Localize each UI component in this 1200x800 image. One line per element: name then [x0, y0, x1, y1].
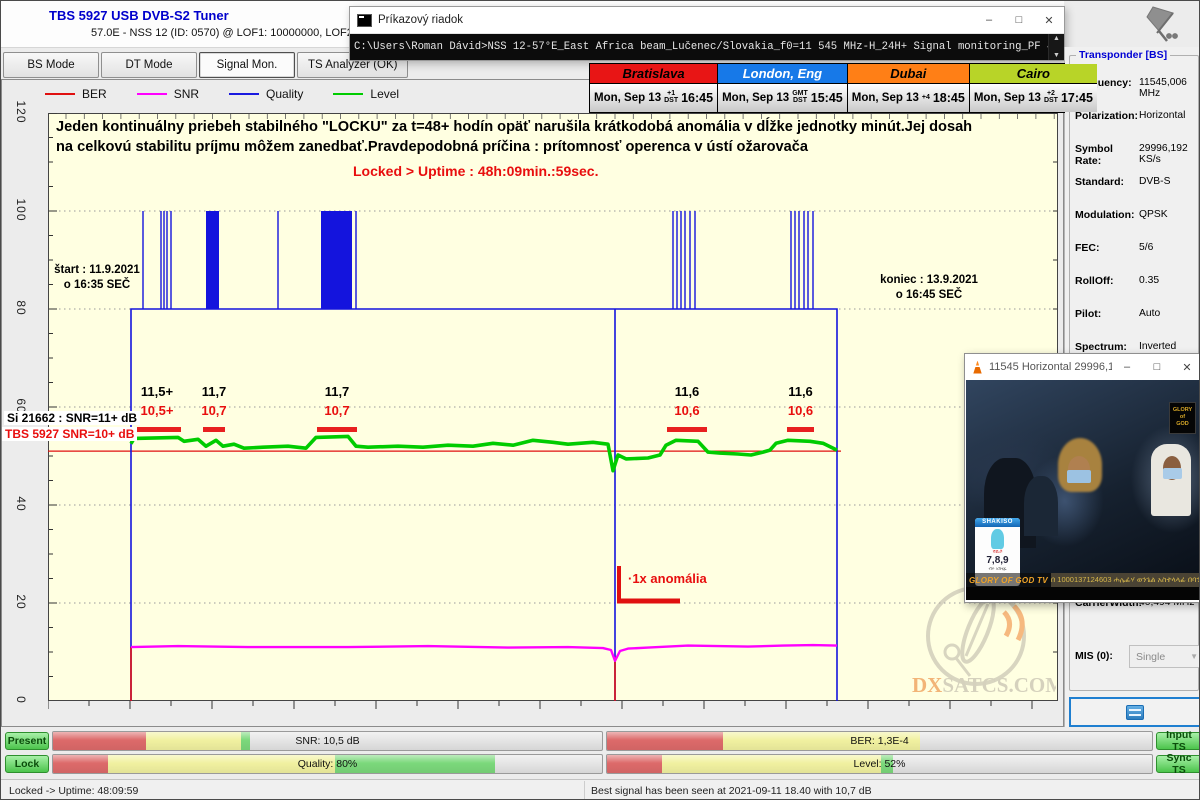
chevron-down-icon: ▼: [1190, 652, 1198, 661]
watermark-rest: SATCS.COM: [942, 673, 1056, 697]
status-row-1: Present SNR: 10,5 dB BER: 1,3E-4 Input T…: [1, 731, 1200, 751]
face-mask: [1163, 468, 1182, 479]
vlc-cone-icon: [972, 361, 983, 374]
ber-line-swatch: [45, 93, 75, 95]
satellite-dish-icon[interactable]: [1133, 3, 1189, 45]
watermark-dx: DX: [912, 673, 942, 697]
vlc-player-window: 11545 Horizontal 29996,192 / ... – □ ✕ G…: [964, 353, 1200, 603]
vlc-maximize-icon[interactable]: □: [1142, 355, 1172, 379]
snr-ref-tbs5927: TBS 5927 SNR=10+ dB: [2, 427, 137, 441]
y-tick-label: 120: [14, 97, 28, 127]
chart-legend: BER SNR Quality Level: [45, 86, 399, 102]
uptime-status: Locked -> Uptime: 48:09:59: [9, 785, 138, 797]
cmd-close-icon[interactable]: ✕: [1034, 8, 1064, 32]
clock-bratislava: Bratislava Mon, Sep 13 +1DST 16:45: [590, 64, 718, 112]
peak-underline: [203, 427, 225, 432]
cmd-minimize-icon[interactable]: –: [974, 8, 1004, 32]
cmd-console[interactable]: C:\Users\Roman Dávid>NSS 12-57°E_East Af…: [350, 34, 1064, 60]
tab-dt-mode[interactable]: DT Mode: [101, 52, 197, 78]
svg-text:DXSATCS.COM: DXSATCS.COM: [912, 673, 1056, 697]
locked-uptime-label: Locked > Uptime : 48h:09min.:59sec.: [353, 163, 598, 179]
clock-dubai: Dubai Mon, Sep 13 +4 18:45: [848, 64, 970, 112]
list-icon: [1126, 705, 1144, 720]
snr-line-swatch: [137, 93, 167, 95]
vlc-video-area[interactable]: GLORYofGOD SHAKISO ሻኪሶ 7,8,9 ብሩ አሸናፊ GLO…: [966, 380, 1200, 600]
tab-bs-mode[interactable]: BS Mode: [3, 52, 99, 78]
vlc-minimize-icon[interactable]: –: [1112, 355, 1142, 379]
legend-snr: SNR: [137, 87, 199, 101]
legend-quality: Quality: [229, 87, 303, 101]
y-tick-label: 20: [14, 587, 28, 617]
quality-bar: Quality: 80%: [52, 754, 603, 774]
chart-headline: Jeden kontinuálny priebeh stabilného "LO…: [56, 117, 1051, 157]
cmd-maximize-icon[interactable]: □: [1004, 8, 1034, 32]
mode-tabs: BS Mode DT Mode Signal Mon. TS Analyzer …: [3, 52, 408, 78]
letterbox-bar: [966, 587, 1200, 600]
quality-line-swatch: [229, 93, 259, 95]
status-row-2: Lock Quality: 80% Level: 52% Sync TS: [1, 754, 1200, 774]
best-signal-status: Best signal has been seen at 2021-09-11 …: [591, 785, 872, 797]
command-prompt-window: Príkazový riadok – □ ✕ C:\Users\Roman Dá…: [349, 6, 1065, 61]
y-tick-label: 80: [14, 293, 28, 323]
transponder-rows: Frequency:11545,006 MHz Polarization:Hor…: [1075, 77, 1197, 374]
cmd-scrollbar[interactable]: ▲ ▼: [1048, 34, 1064, 60]
legend-ber: BER: [45, 87, 107, 101]
snr-ref-si21662: Si 21662 : SNR=11+ dB: [4, 411, 140, 425]
vlc-title: 11545 Horizontal 29996,192 / ...: [989, 361, 1112, 373]
cmd-command-line: C:\Users\Roman Dávid>NSS 12-57°E_East Af…: [350, 41, 1048, 53]
anomaly-annotation: ·1x anomália: [628, 571, 707, 586]
transponder-group-title: Transponder [BS]: [1076, 49, 1170, 61]
clock-cairo: Cairo Mon, Sep 13 +2DST 17:45: [970, 64, 1097, 112]
face-mask: [1067, 470, 1091, 483]
mis-dropdown[interactable]: Single ▼: [1129, 645, 1200, 668]
vlc-titlebar[interactable]: 11545 Horizontal 29996,192 / ... – □ ✕: [965, 354, 1200, 380]
status-separator: [584, 781, 585, 799]
sync-ts-indicator[interactable]: Sync TS: [1156, 755, 1200, 773]
cmd-icon: [357, 14, 372, 27]
end-annotation: koniec : 13.9.2021o 16:45 SEČ: [841, 273, 1017, 303]
presenter-figure: [991, 529, 1004, 549]
cmd-titlebar[interactable]: Príkazový riadok – □ ✕: [350, 7, 1064, 34]
glory-of-god-logo: GLORYofGOD: [1169, 402, 1196, 434]
peak-label: 11,610,6: [653, 384, 721, 432]
legend-level: Level: [333, 87, 399, 101]
nun-figure: [1151, 444, 1191, 516]
peak-label: 11,710,7: [303, 384, 371, 432]
y-tick-label: 40: [14, 489, 28, 519]
tab-signal-mon[interactable]: Signal Mon.: [199, 52, 295, 78]
crowd-figure: [1024, 476, 1058, 536]
ber-bar: BER: 1,3E-4: [606, 731, 1153, 751]
cmd-title: Príkazový riadok: [378, 14, 974, 26]
y-tick-label: 0: [14, 685, 28, 715]
start-annotation: štart : 11.9.2021o 16:35 SEČ: [41, 263, 153, 293]
peak-underline: [317, 427, 357, 432]
news-ticker: GLORY OF GOD TV በ 1000137124603 ሐሌፊሃ ወንጌ…: [966, 573, 1200, 587]
scroll-up-icon[interactable]: ▲: [1053, 34, 1060, 43]
level-line-swatch: [333, 93, 363, 95]
peak-underline: [133, 427, 181, 432]
app-window: TBS 5927 USB DVB-S2 Tuner 57.0E - NSS 12…: [0, 0, 1200, 800]
snr-bar: SNR: 10,5 dB: [52, 731, 603, 751]
app-title: TBS 5927 USB DVB-S2 Tuner: [49, 8, 229, 23]
clock-london: London, Eng Mon, Sep 13 GMTDST 15:45: [718, 64, 848, 112]
input-ts-indicator[interactable]: Input TS: [1156, 732, 1200, 750]
peak-label: 11,710,7: [189, 384, 239, 432]
present-indicator[interactable]: Present: [5, 732, 49, 750]
world-clocks: Bratislava Mon, Sep 13 +1DST 16:45 Londo…: [589, 63, 1065, 113]
peak-label: 11,610,6: [773, 384, 828, 432]
ts-list-button[interactable]: [1069, 697, 1200, 727]
vlc-close-icon[interactable]: ✕: [1172, 355, 1200, 379]
scroll-down-icon[interactable]: ▼: [1053, 51, 1060, 60]
y-tick-label: 100: [14, 195, 28, 225]
peak-underline: [667, 427, 707, 432]
lock-indicator[interactable]: Lock: [5, 755, 49, 773]
peak-underline: [787, 427, 814, 432]
level-bar: Level: 52%: [606, 754, 1153, 774]
